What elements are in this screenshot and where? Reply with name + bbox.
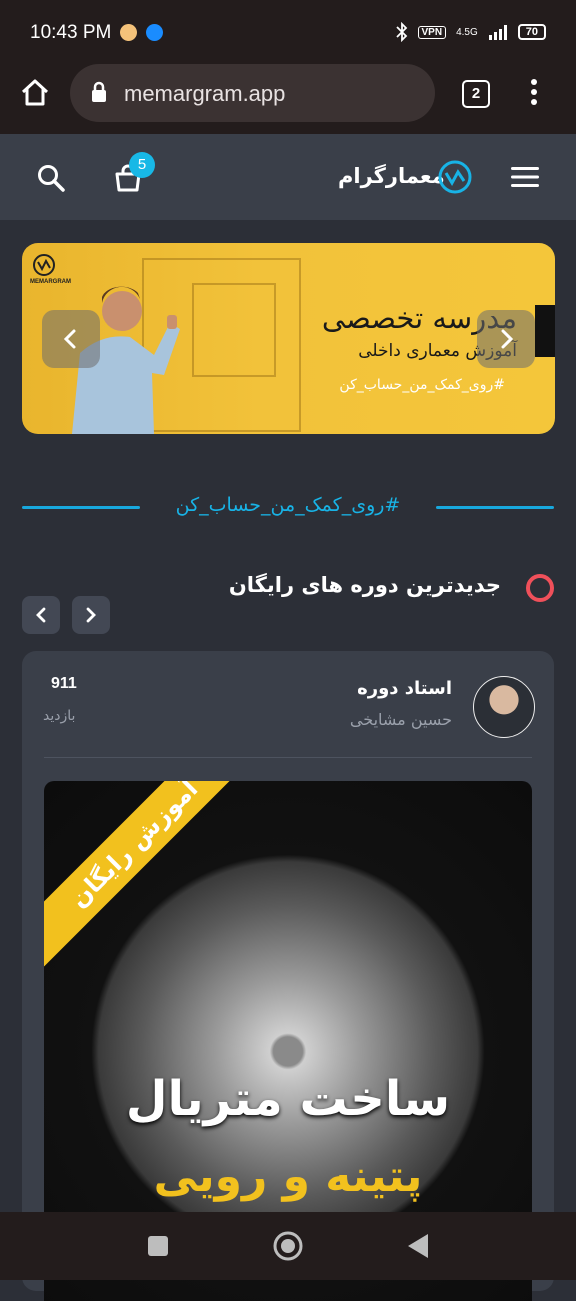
hamburger-menu-icon[interactable] xyxy=(511,166,539,188)
battery-level: 70 xyxy=(517,24,546,40)
banner-next-button[interactable] xyxy=(477,310,535,368)
lock-icon xyxy=(92,81,106,102)
cart-count-badge: 5 xyxy=(129,152,155,178)
chevron-right-icon xyxy=(501,329,514,349)
instructor-avatar[interactable] xyxy=(473,676,535,738)
status-bar: 10:43 PM VPN 4.5G 70 xyxy=(0,0,576,64)
home-icon[interactable] xyxy=(20,78,50,108)
banner-logo-caption: MEMARGRAM xyxy=(30,279,71,285)
chevron-left-icon xyxy=(36,607,46,623)
banner-next-slide-edge xyxy=(535,305,555,357)
home-button-icon[interactable] xyxy=(272,1230,304,1262)
network-type: 4.5G xyxy=(456,26,478,38)
site-logo-text[interactable]: معمارگرام xyxy=(338,164,445,188)
tab-switcher-button[interactable]: 2 xyxy=(462,80,490,108)
card-divider xyxy=(44,757,532,758)
vpn-indicator: VPN xyxy=(417,25,447,39)
instructor-name[interactable]: حسین مشایخی xyxy=(350,710,452,729)
free-course-ribbon: آموزش رایگان xyxy=(44,781,257,967)
phone-call-icon xyxy=(146,24,163,41)
system-navigation-bar xyxy=(0,1212,576,1280)
recent-apps-icon[interactable] xyxy=(147,1235,169,1257)
site-header: 5 معمارگرام xyxy=(0,134,576,220)
carousel-prev-button[interactable] xyxy=(22,596,60,634)
banner-prev-button[interactable] xyxy=(42,310,100,368)
section-title: جدیدترین دوره های رایگان xyxy=(228,573,501,597)
instructor-role: استاد دوره xyxy=(357,678,452,699)
view-count: 911 xyxy=(51,675,77,692)
browser-toolbar: memargram.app 2 xyxy=(0,64,576,134)
back-button-icon[interactable] xyxy=(406,1233,430,1259)
notification-icon xyxy=(120,24,137,41)
poster-title: ساخت متریال xyxy=(125,1071,451,1127)
course-card[interactable]: 911 بازدید استاد دوره حسین مشایخی آموزش … xyxy=(22,651,554,1301)
poster-subtitle: پتینه و رویی xyxy=(153,1151,423,1202)
banner-hashtag: #روی_کمک_من_حساب_کن xyxy=(339,377,505,393)
status-time: 10:43 PM xyxy=(30,22,112,43)
logo-icon[interactable] xyxy=(438,160,472,194)
hero-banner[interactable]: MEMARGRAM مدرسه تخصصی آموزش معماری داخلی… xyxy=(22,243,555,434)
bluetooth-icon xyxy=(395,22,407,42)
more-menu-icon[interactable] xyxy=(526,78,542,108)
section-bullet-icon xyxy=(526,574,554,602)
chevron-right-icon xyxy=(86,607,96,623)
search-icon[interactable] xyxy=(36,163,66,193)
signal-icon xyxy=(488,25,507,40)
chevron-left-icon xyxy=(63,329,76,349)
hashtag-heading[interactable]: #روی_کمک_من_حساب_کن xyxy=(0,494,576,516)
floor-plan-graphic xyxy=(192,283,276,377)
url-text[interactable]: memargram.app xyxy=(124,81,285,107)
carousel-next-button[interactable] xyxy=(72,596,110,634)
memargram-logo-icon xyxy=(33,254,55,276)
address-bar[interactable]: memargram.app xyxy=(70,64,435,122)
view-count-label: بازدید xyxy=(43,708,76,724)
